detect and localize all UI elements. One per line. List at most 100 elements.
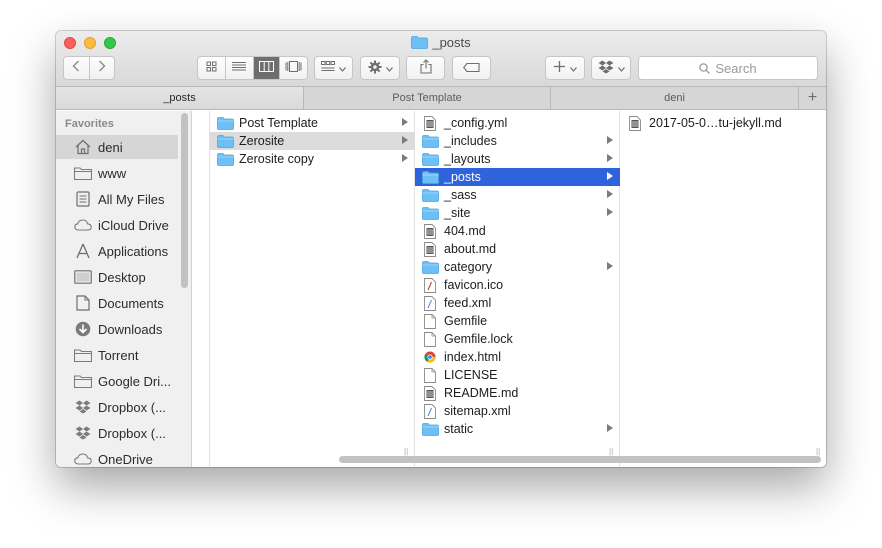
item-label: feed.xml <box>444 296 492 310</box>
cover-flow-button[interactable] <box>280 57 307 79</box>
sidebar-item-label: Dropbox (... <box>98 399 166 415</box>
dropbox-icon <box>598 60 614 77</box>
item-label: _includes <box>444 134 497 148</box>
file-row-license[interactable]: LICENSE <box>415 366 620 384</box>
file-row-gemfile-lock[interactable]: Gemfile.lock <box>415 330 620 348</box>
folder-icon <box>73 346 93 364</box>
sidebar-scrollbar[interactable] <box>181 113 188 288</box>
item-label: 404.md <box>444 224 486 238</box>
item-label: about.md <box>444 242 497 256</box>
new-item-button[interactable] <box>545 56 585 80</box>
file-row-about-md[interactable]: about.md <box>415 240 620 258</box>
sidebar-item-documents[interactable]: Documents <box>56 291 178 315</box>
sidebar-item-label: Documents <box>98 295 164 311</box>
item-label: category <box>444 260 492 274</box>
tab-deni[interactable]: deni <box>551 87 799 109</box>
folder-row-layouts[interactable]: _layouts <box>415 150 620 168</box>
list-view-button[interactable] <box>226 57 254 79</box>
column-view-button[interactable] <box>253 57 281 79</box>
tag-button[interactable] <box>452 56 491 80</box>
column-resize-handle[interactable]: || <box>404 447 410 456</box>
dropbox-icon <box>73 424 93 442</box>
item-label: Zerosite <box>239 134 285 148</box>
disclosure-arrow-icon <box>402 154 408 162</box>
folder-icon <box>421 133 439 149</box>
disclosure-arrow-icon <box>607 262 613 270</box>
file-row-gemfile[interactable]: Gemfile <box>415 312 620 330</box>
home-icon <box>73 138 93 156</box>
folder-icon <box>421 151 439 167</box>
folder-row-zerosite[interactable]: Zerosite <box>210 132 415 150</box>
sidebar-item-onedrive[interactable]: OneDrive <box>56 447 178 467</box>
tab-posts[interactable]: _posts <box>56 87 304 109</box>
sidebar-item-google-dri[interactable]: Google Dri... <box>56 369 178 393</box>
arrange-button[interactable] <box>314 56 353 80</box>
column-2: || _config.yml _includes _layouts _posts _sa… <box>415 111 620 467</box>
dropbox-menu-button[interactable] <box>591 56 631 80</box>
search-placeholder: Search <box>715 60 757 76</box>
sidebar-item-downloads[interactable]: Downloads <box>56 317 178 341</box>
file-row-2017-05-0-tu-jekyll-md[interactable]: 2017-05-0…tu-jekyll.md <box>620 114 826 132</box>
blank-file-icon <box>421 367 439 383</box>
item-label: _layouts <box>444 152 491 166</box>
share-icon <box>419 59 432 77</box>
item-label: _posts <box>444 170 481 184</box>
sidebar-item-icloud-drive[interactable]: iCloud Drive <box>56 213 178 237</box>
item-label: sitemap.xml <box>444 404 511 418</box>
folder-row-category[interactable]: category <box>415 258 620 276</box>
new-tab-button[interactable]: + <box>799 87 826 109</box>
horizontal-scrollbar[interactable] <box>339 456 821 463</box>
plus-icon: + <box>807 89 818 106</box>
sidebar-item-desktop[interactable]: Desktop <box>56 265 178 289</box>
share-button[interactable] <box>406 56 445 80</box>
sidebar-item-www[interactable]: www <box>56 161 178 185</box>
item-label: README.md <box>444 386 519 400</box>
folder-row-post-template[interactable]: Post Template <box>210 114 415 132</box>
folder-row-posts[interactable]: _posts <box>415 168 620 186</box>
icon-view-button[interactable] <box>198 57 226 79</box>
file-row-config-yml[interactable]: _config.yml <box>415 114 620 132</box>
file-row-feed-xml[interactable]: feed.xml <box>415 294 620 312</box>
disclosure-arrow-icon <box>402 118 408 126</box>
file-row-index-html[interactable]: index.html <box>415 348 620 366</box>
tab-post-template[interactable]: Post Template <box>304 87 551 109</box>
window-title-text: _posts <box>432 35 471 50</box>
text-file-icon <box>626 115 644 131</box>
list-icon <box>232 59 247 77</box>
folder-row-includes[interactable]: _includes <box>415 132 620 150</box>
text-file-icon <box>421 223 439 239</box>
sidebar-item-label: iCloud Drive <box>98 217 169 233</box>
sidebar-item-all-my-files[interactable]: All My Files <box>56 187 178 211</box>
folder-row-zerosite-copy[interactable]: Zerosite copy <box>210 150 415 168</box>
folder-row-site[interactable]: _site <box>415 204 620 222</box>
file-row-readme-md[interactable]: README.md <box>415 384 620 402</box>
column-resize-handle[interactable]: || <box>816 447 822 456</box>
tab-label: _posts <box>163 92 196 104</box>
disclosure-arrow-icon <box>607 172 613 180</box>
search-field[interactable]: Search <box>638 56 818 80</box>
folder-row-static[interactable]: static <box>415 420 620 438</box>
forward-button[interactable] <box>90 57 115 79</box>
sidebar-item-applications[interactable]: Applications <box>56 239 178 263</box>
sidebar-item-label: Applications <box>98 243 169 259</box>
file-row-favicon-ico[interactable]: favicon.ico <box>415 276 620 294</box>
gear-icon <box>368 60 382 77</box>
file-row-404-md[interactable]: 404.md <box>415 222 620 240</box>
action-button[interactable] <box>360 56 400 80</box>
view-mode-control <box>197 56 308 80</box>
column-resize-handle[interactable]: || <box>609 447 615 456</box>
sidebar-item-torrent[interactable]: Torrent <box>56 343 178 367</box>
file-row-sitemap-xml[interactable]: sitemap.xml <box>415 402 620 420</box>
sidebar-item-deni[interactable]: deni <box>56 135 178 159</box>
sidebar-item-dropbox[interactable]: Dropbox (... <box>56 421 178 445</box>
sidebar-item-dropbox[interactable]: Dropbox (... <box>56 395 178 419</box>
plus-icon <box>553 61 565 75</box>
item-label: Gemfile.lock <box>444 332 513 346</box>
disclosure-arrow-icon <box>607 154 613 162</box>
back-button[interactable] <box>64 57 90 79</box>
desktop-icon <box>73 268 93 286</box>
blank-file-icon <box>421 331 439 347</box>
folder-row-sass[interactable]: _sass <box>415 186 620 204</box>
column-1: || Post Template Zerosite Zerosite copy <box>210 111 415 467</box>
sidebar-item-label: All My Files <box>98 191 165 207</box>
